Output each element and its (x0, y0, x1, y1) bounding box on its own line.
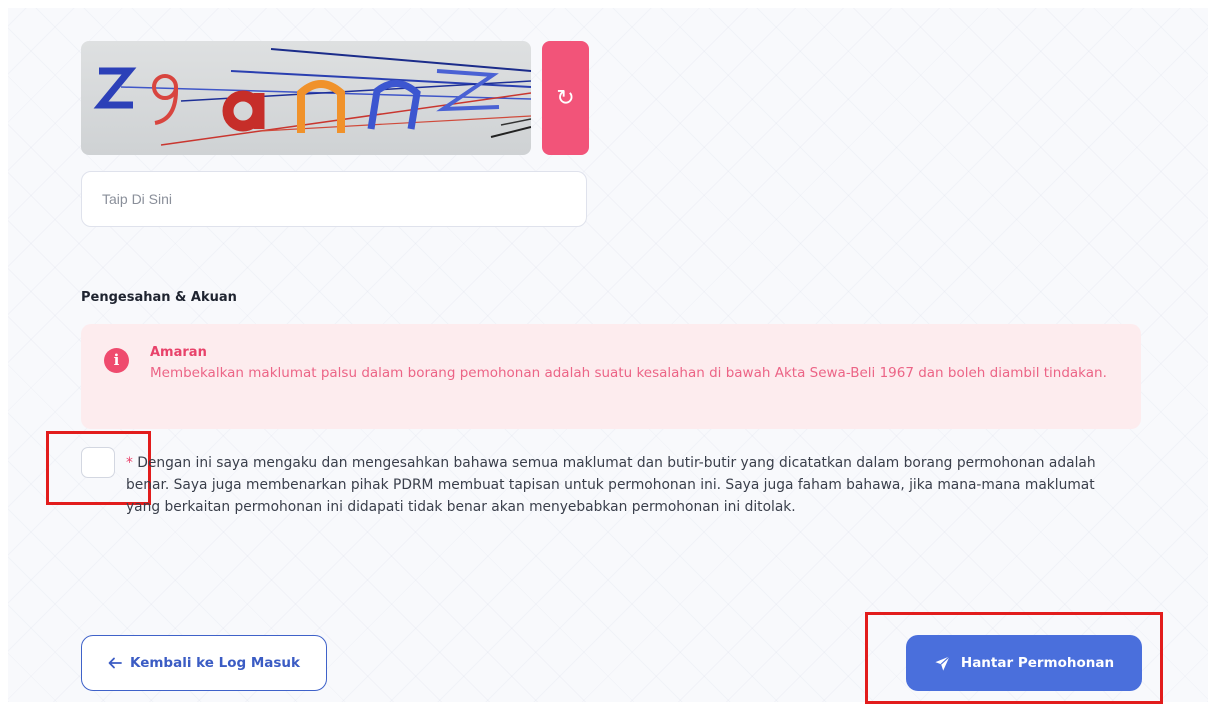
section-title: Pengesahan & Akuan (81, 290, 237, 305)
required-marker: * (126, 455, 133, 471)
submit-button-label: Hantar Permohonan (960, 655, 1115, 671)
arrow-left-icon (108, 657, 122, 669)
warning-text: Membekalkan maklumat palsu dalam borang … (150, 365, 1107, 381)
paper-plane-icon (935, 655, 950, 671)
refresh-icon: ↻ (556, 85, 575, 111)
declaration-statement: * Dengan ini saya mengaku dan mengesahka… (126, 452, 1116, 518)
warning-title: Amaran (150, 345, 207, 360)
captcha-input[interactable] (81, 171, 587, 227)
submit-application-button[interactable]: Hantar Permohonan (906, 635, 1142, 691)
declaration-text: Dengan ini saya mengaku dan mengesahkan … (126, 455, 1096, 515)
captcha-refresh-button[interactable]: ↻ (542, 41, 589, 155)
captcha-distortion (93, 48, 531, 146)
captcha-image (81, 41, 531, 155)
warning-alert: i Amaran Membekalkan maklumat palsu dala… (81, 324, 1141, 429)
back-to-login-button[interactable]: Kembali ke Log Masuk (81, 635, 327, 691)
declaration-checkbox[interactable] (81, 447, 115, 478)
back-button-label: Kembali ke Log Masuk (129, 655, 301, 671)
info-icon: i (104, 348, 129, 373)
